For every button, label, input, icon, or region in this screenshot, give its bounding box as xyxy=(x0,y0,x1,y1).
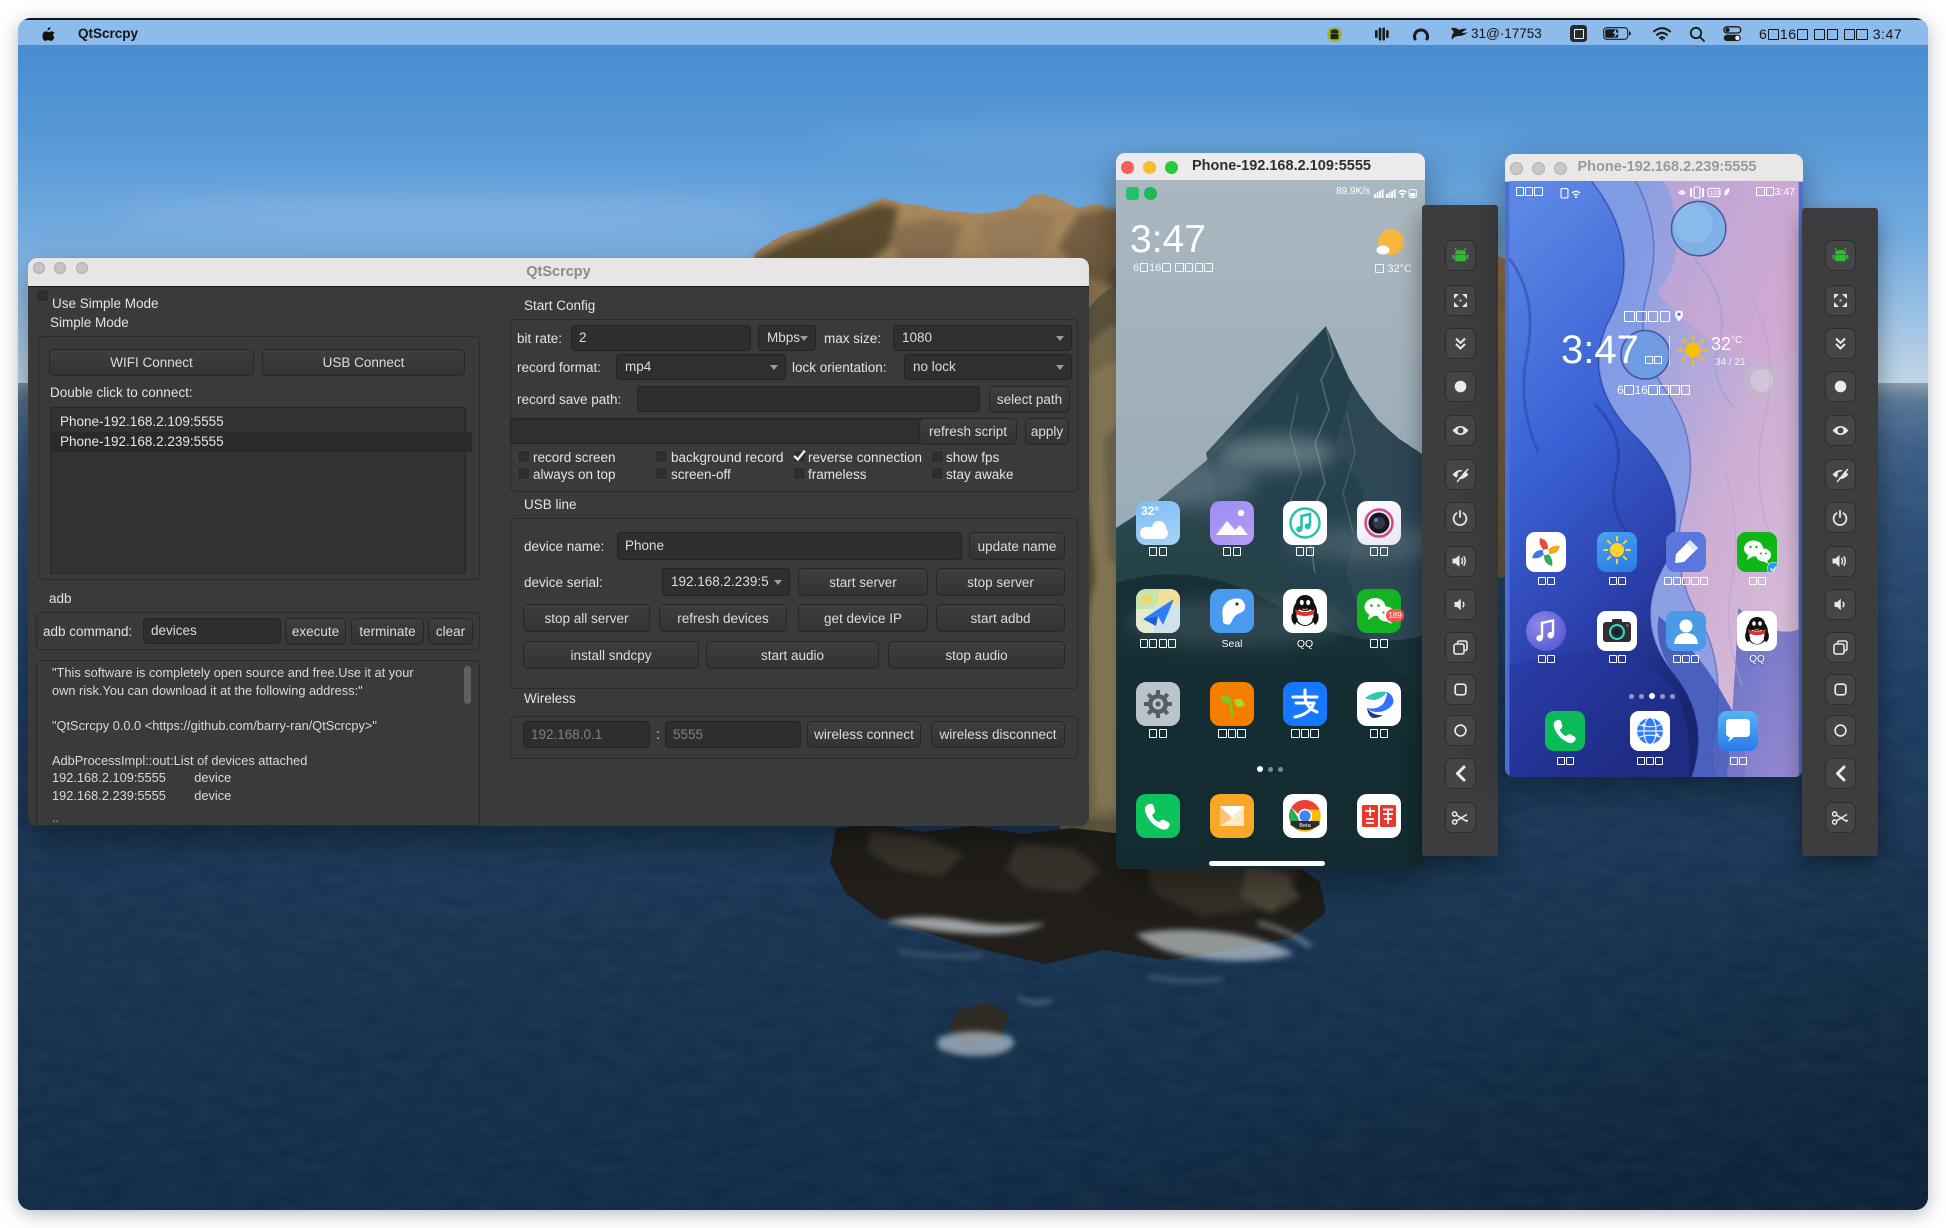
svg-text:Beta: Beta xyxy=(1299,823,1311,829)
svg-text:100: 100 xyxy=(1710,191,1721,197)
